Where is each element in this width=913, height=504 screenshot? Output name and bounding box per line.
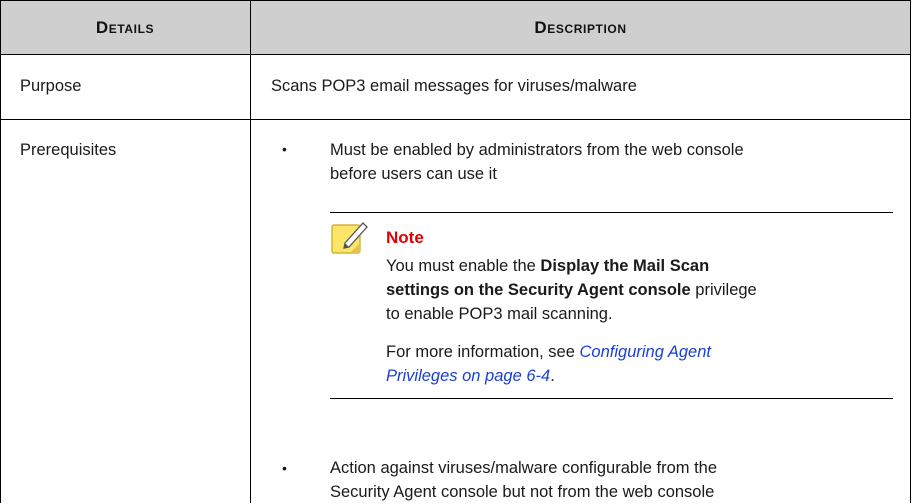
header-details: Details (95, 18, 155, 37)
row-purpose-description: Scans POP3 email messages for viruses/ma… (271, 77, 637, 95)
prereq-bullet-2-line1: Action against viruses/malware configura… (330, 459, 718, 477)
bullet-marker: • (282, 460, 287, 476)
prereq-bullet-2: Action against viruses/malware configura… (330, 456, 717, 504)
configuring-agent-privileges-link[interactable]: Configuring Agent (580, 343, 711, 361)
row-prerequisites-detail: Prerequisites (20, 141, 117, 159)
note-bottom-rule (330, 398, 893, 399)
prereq-bullet-1: Must be enabled by administrators from t… (330, 138, 744, 186)
row-purpose-detail: Purpose (20, 77, 82, 95)
note-title: Note (386, 228, 424, 247)
note-paragraph-2: For more information, see Configuring Ag… (386, 343, 711, 385)
details-table: Details Description Purpose Scans POP3 e… (0, 0, 911, 503)
bullet-marker: • (282, 141, 287, 157)
prereq-bullet-1-line2: before users can use it (330, 165, 497, 183)
prereq-bullet-2-line2: Security Agent console but not from the … (330, 483, 715, 501)
configuring-agent-privileges-link-cont[interactable]: Privileges on page 6-4 (386, 367, 550, 385)
prereq-bullet-1-line1: Must be enabled by administrators from t… (330, 141, 744, 159)
header-description: Description (534, 18, 627, 37)
note-paragraph-1: You must enable the Display the Mail Sca… (386, 257, 757, 323)
note-top-rule (330, 212, 893, 213)
note-pencil-icon (331, 219, 369, 257)
